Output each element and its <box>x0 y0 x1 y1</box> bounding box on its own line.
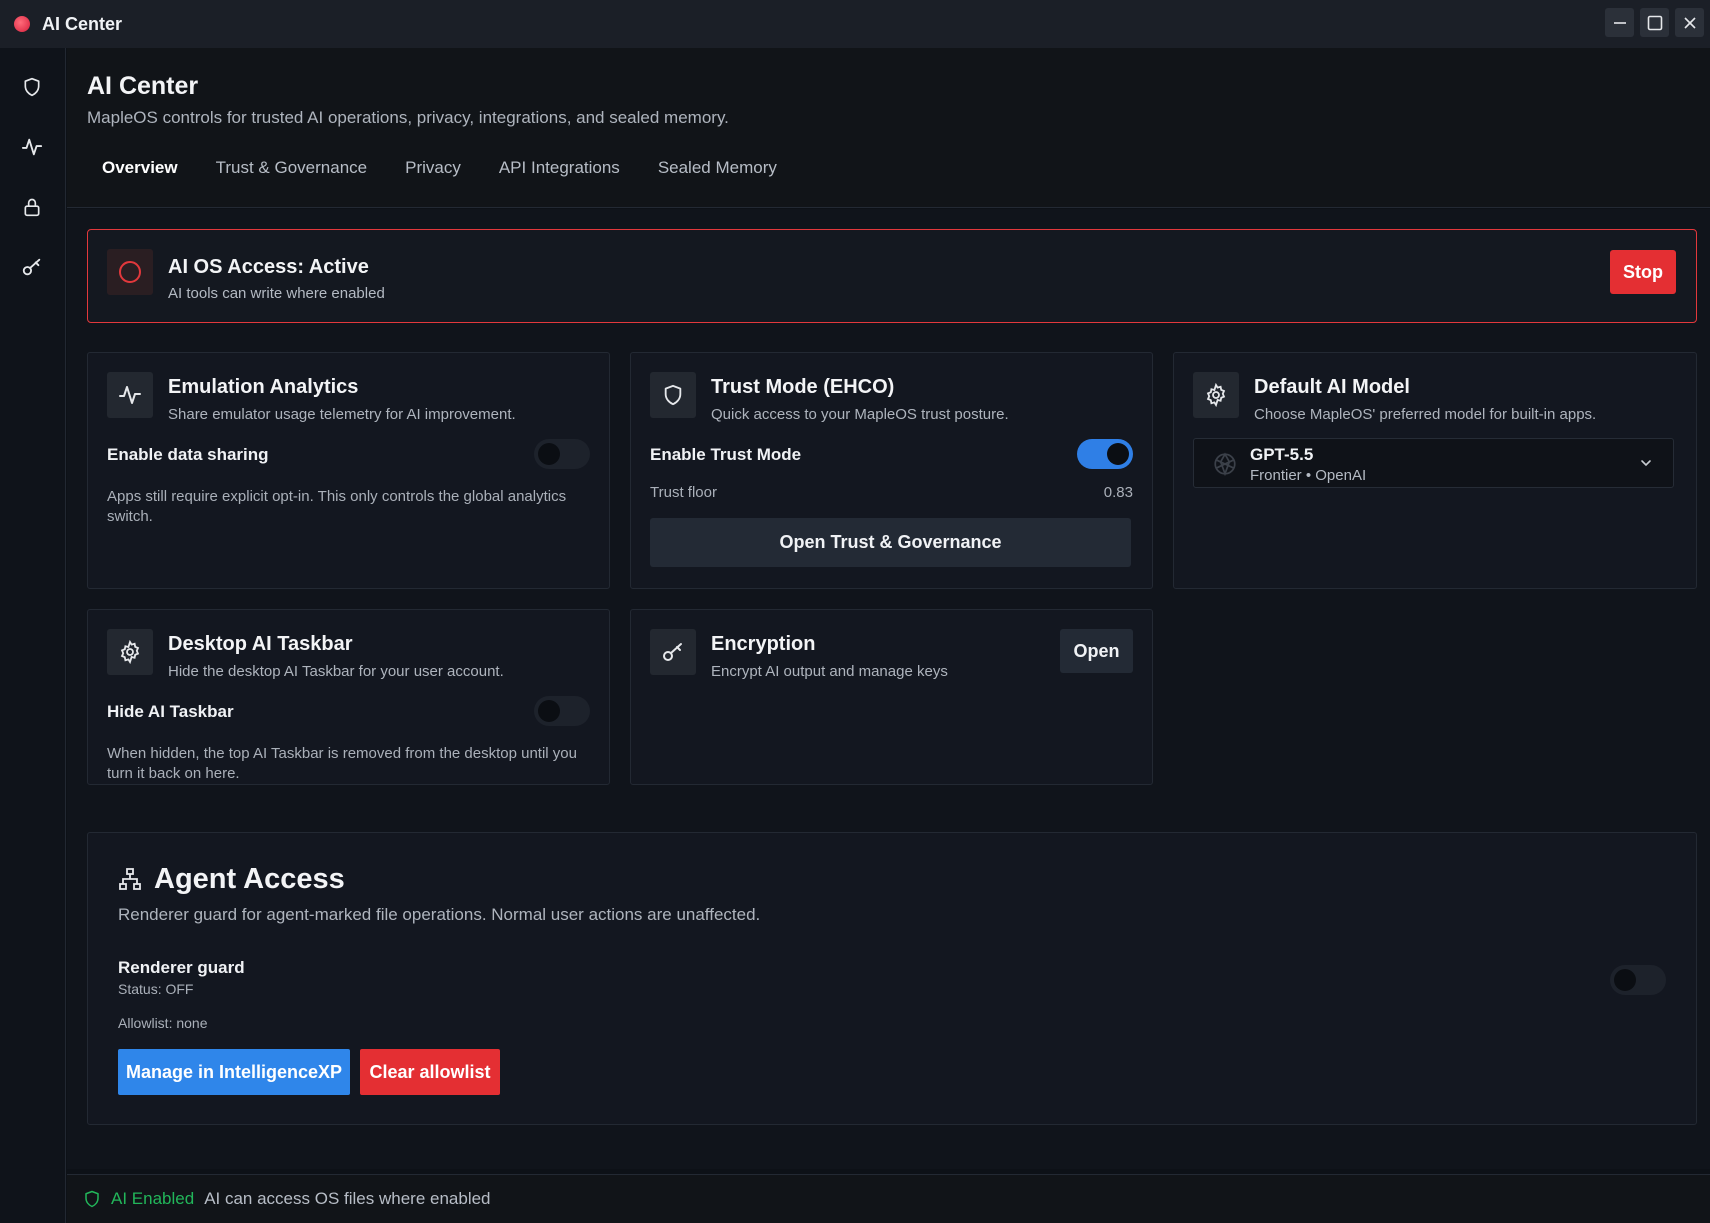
sidebar-item-key[interactable] <box>20 255 44 279</box>
model-meta: Frontier • OpenAI <box>1250 467 1367 484</box>
shield-icon <box>85 1190 99 1208</box>
model-name: GPT-5.5 <box>1250 445 1314 464</box>
close-icon <box>1683 16 1696 29</box>
open-trust-governance-button[interactable]: Open Trust & Governance <box>650 518 1131 567</box>
card-note: Apps still require explicit opt-in. This… <box>107 488 567 525</box>
card-note: When hidden, the top AI Taskbar is remov… <box>107 745 577 782</box>
status-ring-icon <box>107 249 153 295</box>
window-title: AI Center <box>42 13 123 34</box>
trust-floor-label: Trust floor <box>650 484 717 501</box>
status-text: AI can access OS files where enabled <box>204 1189 491 1208</box>
stop-button[interactable]: Stop <box>1610 250 1676 294</box>
close-button[interactable] <box>1675 8 1704 37</box>
card-title: Trust Mode (EHCO) <box>711 376 895 398</box>
card-title: Emulation Analytics <box>168 376 359 398</box>
card-title: Default AI Model <box>1254 376 1410 398</box>
page-subtitle: MapleOS controls for trusted AI operatio… <box>87 108 729 127</box>
trust-mode-toggle[interactable] <box>1077 439 1133 469</box>
default-ai-model-card: Default AI Model Choose MapleOS' preferr… <box>1173 352 1697 589</box>
gear-icon <box>1206 383 1226 407</box>
shield-icon <box>24 77 40 97</box>
hide-taskbar-toggle[interactable] <box>534 696 590 726</box>
chevron-down-icon <box>1641 460 1651 467</box>
key-icon <box>22 258 41 276</box>
card-icon <box>107 629 153 675</box>
network-icon <box>119 868 141 890</box>
banner-title: AI OS Access: Active <box>168 256 369 278</box>
status-label: AI Enabled <box>111 1189 195 1208</box>
emulation-analytics-card: Emulation Analytics Share emulator usage… <box>87 352 610 589</box>
card-subtitle: Quick access to your MapleOS trust postu… <box>711 406 1009 423</box>
card-subtitle: Hide the desktop AI Taskbar for your use… <box>168 663 504 680</box>
allowlist-text: Allowlist: none <box>118 1015 208 1031</box>
clear-allowlist-button[interactable]: Clear allowlist <box>360 1049 500 1095</box>
card-icon <box>650 372 696 418</box>
maximize-icon <box>1647 15 1662 30</box>
title-bar: AI Center <box>0 0 1710 48</box>
data-sharing-label: Enable data sharing <box>107 445 269 464</box>
minimize-button[interactable] <box>1605 8 1634 37</box>
card-title: Desktop AI Taskbar <box>168 633 353 655</box>
model-select[interactable]: GPT-5.5 Frontier • OpenAI <box>1193 438 1674 488</box>
main-area: AI Center MapleOS controls for trusted A… <box>67 48 1710 1223</box>
openai-logo-icon <box>1214 452 1236 477</box>
tab-overview[interactable]: Overview <box>87 156 197 190</box>
key-icon <box>663 643 682 661</box>
tab-trust-governance[interactable]: Trust & Governance <box>197 156 387 190</box>
window-controls <box>1605 8 1704 37</box>
tab-sealed-memory[interactable]: Sealed Memory <box>639 156 796 190</box>
banner-subtitle: AI tools can write where enabled <box>168 285 385 302</box>
page-title: AI Center <box>87 72 199 100</box>
maximize-button[interactable] <box>1640 8 1669 37</box>
shield-icon <box>664 384 682 406</box>
manage-intelligencexp-button[interactable]: Manage in IntelligenceXP <box>118 1049 350 1095</box>
sidebar <box>0 48 66 1223</box>
tab-bar: Overview Trust & Governance Privacy API … <box>87 156 796 190</box>
sidebar-item-activity[interactable] <box>20 135 44 159</box>
gear-icon <box>120 640 140 664</box>
content-panel: AI OS Access: Active AI tools can write … <box>67 209 1710 1169</box>
renderer-guard-label: Renderer guard <box>118 958 245 977</box>
tab-privacy[interactable]: Privacy <box>386 156 480 190</box>
agent-subtitle: Renderer guard for agent-marked file ope… <box>118 905 761 924</box>
card-icon <box>107 372 153 418</box>
card-title: Encryption <box>711 633 816 655</box>
sidebar-item-lock[interactable] <box>20 195 44 219</box>
card-subtitle: Share emulator usage telemetry for AI im… <box>168 406 516 423</box>
renderer-guard-toggle[interactable] <box>1610 965 1666 995</box>
trust-floor-value: 0.83 <box>1103 484 1133 501</box>
card-icon <box>650 629 696 675</box>
page-header: AI Center MapleOS controls for trusted A… <box>67 48 1710 208</box>
data-sharing-toggle[interactable] <box>534 439 590 469</box>
encryption-card: Encryption Encrypt AI output and manage … <box>630 609 1153 785</box>
tab-api-integrations[interactable]: API Integrations <box>480 156 639 190</box>
open-encryption-button[interactable]: Open <box>1060 629 1133 673</box>
card-icon <box>1193 372 1239 418</box>
trust-mode-label: Enable Trust Mode <box>650 445 802 464</box>
hide-taskbar-label: Hide AI Taskbar <box>107 702 234 721</box>
app-logo-icon <box>14 16 30 32</box>
lock-icon <box>24 198 40 217</box>
ai-access-banner: AI OS Access: Active AI tools can write … <box>87 229 1697 323</box>
activity-icon <box>119 386 141 404</box>
card-subtitle: Choose MapleOS' preferred model for buil… <box>1254 406 1597 423</box>
renderer-guard-status: Status: OFF <box>118 981 194 997</box>
agent-title: Agent Access <box>154 863 345 895</box>
status-bar: AI Enabled AI can access OS files where … <box>67 1174 1710 1223</box>
desktop-ai-taskbar-card: Desktop AI Taskbar Hide the desktop AI T… <box>87 609 610 785</box>
sidebar-item-shield[interactable] <box>20 75 44 99</box>
activity-icon <box>21 138 43 156</box>
trust-mode-card: Trust Mode (EHCO) Quick access to your M… <box>630 352 1153 589</box>
minimize-icon <box>1613 21 1626 24</box>
card-subtitle: Encrypt AI output and manage keys <box>711 663 948 680</box>
agent-access-card: Agent Access Renderer guard for agent-ma… <box>87 832 1697 1125</box>
